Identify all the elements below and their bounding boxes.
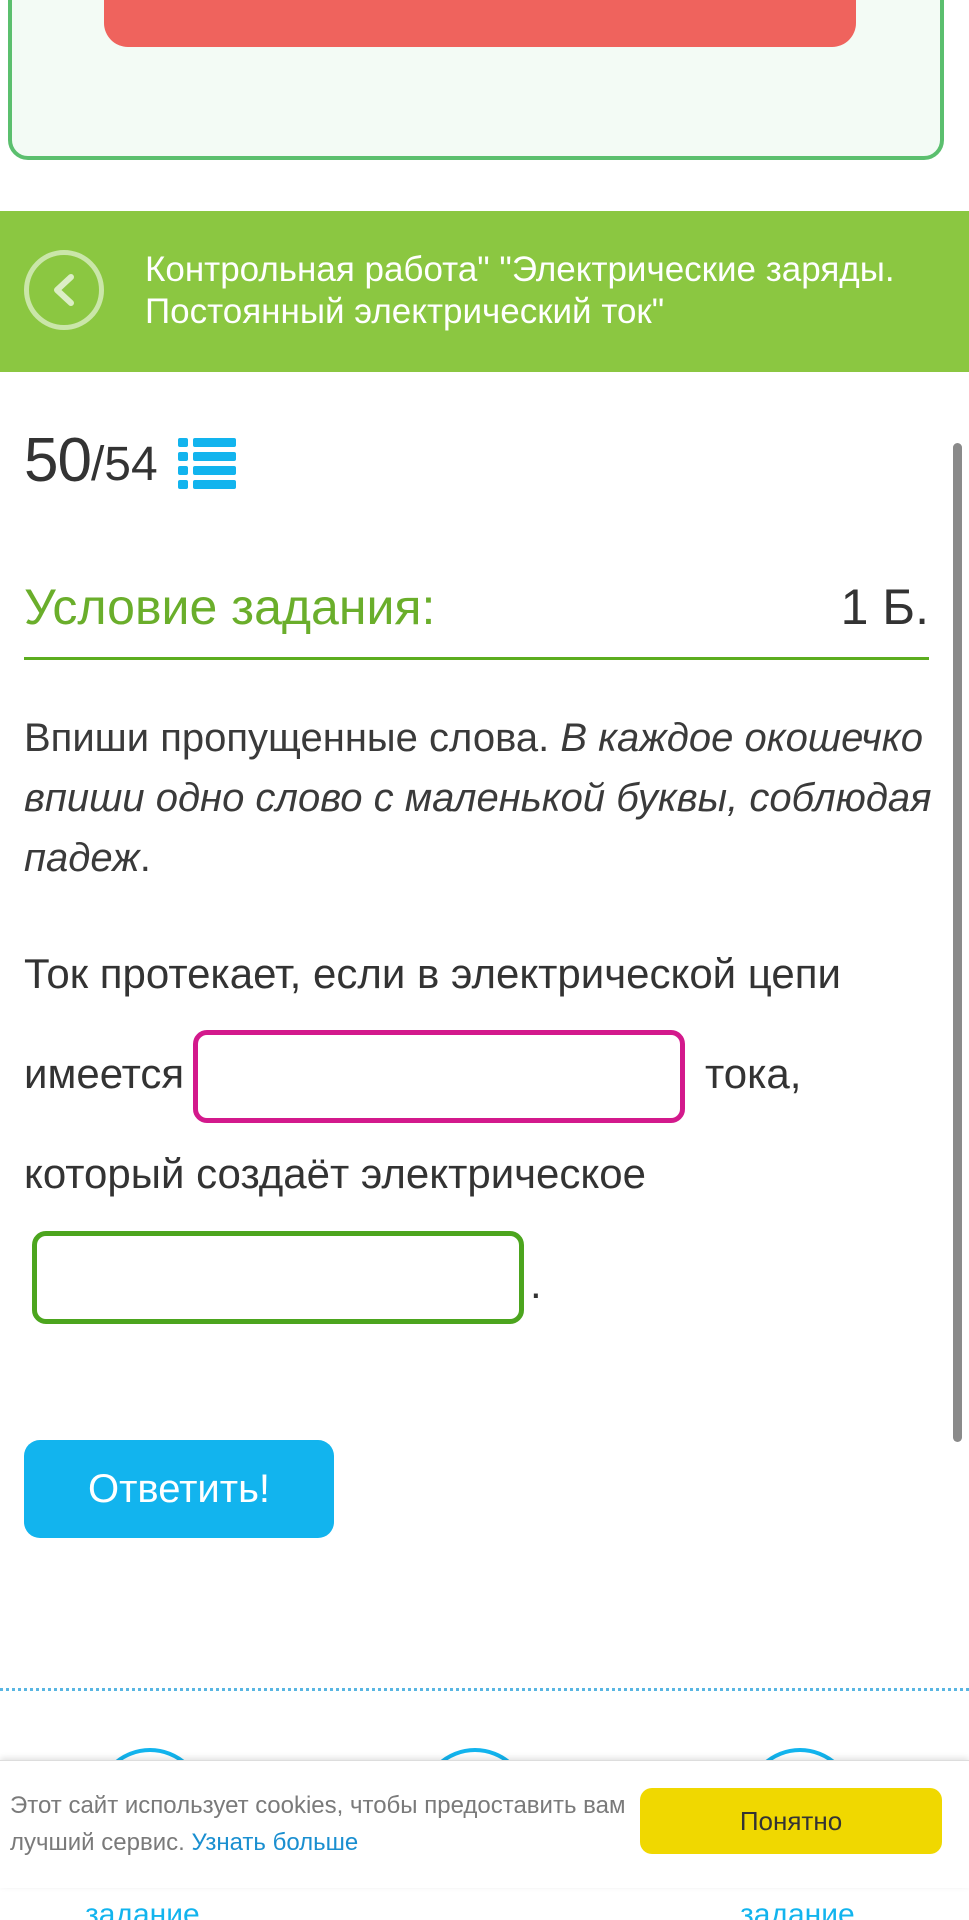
instructions-plain: Впиши пропущенные слова. [24, 716, 561, 760]
previous-card [8, 0, 944, 160]
exercise-after-box2: . [530, 1260, 542, 1307]
total-task-count: /54 [90, 438, 158, 491]
list-icon[interactable] [177, 437, 236, 490]
exercise-after-box1: тока, [705, 1050, 802, 1097]
current-task-number: 50 [24, 426, 92, 495]
test-title-line1: Контрольная работа" "Электрические заряд… [145, 250, 895, 289]
task-points: 1 Б. [840, 579, 929, 635]
prev-task-label[interactable]: задание [85, 1898, 200, 1920]
exercise-line-1: Ток протекает, если в электрической цепи [24, 950, 841, 997]
cookie-banner: Этот сайт использует cookies, чтобы пред… [0, 1760, 969, 1888]
cookie-learn-more-link[interactable]: Узнать больше [191, 1829, 358, 1856]
test-title-line2: Постоянный электрический ток" [145, 292, 665, 331]
chevron-left-icon [54, 274, 74, 306]
exercise-before-box1: имеется [24, 1050, 185, 1097]
instructions-end: . [139, 836, 151, 880]
next-task-label[interactable]: задание [740, 1898, 855, 1920]
answer-input-2[interactable] [32, 1231, 524, 1324]
test-title: Контрольная работа" "Электрические заряд… [145, 249, 945, 333]
previous-action-button[interactable] [104, 0, 856, 47]
submit-answer-button[interactable]: Ответить! [24, 1440, 334, 1538]
scrollbar[interactable] [953, 443, 962, 1442]
task-progress: 50 /54 [24, 425, 236, 496]
page-header: Контрольная работа" "Электрические заряд… [0, 211, 969, 372]
task-header: Условие задания: 1 Б. [24, 572, 929, 660]
exercise-line-3: который создаёт электрическое [24, 1150, 646, 1197]
cookie-text: Этот сайт использует cookies, чтобы пред… [10, 1787, 630, 1861]
section-divider [0, 1688, 969, 1691]
task-title: Условие задания: [24, 579, 436, 635]
answer-input-1[interactable] [193, 1030, 685, 1123]
back-button[interactable] [24, 250, 104, 330]
task-instructions: Впиши пропущенные слова. В каждое окошеч… [24, 708, 934, 888]
cookie-accept-button[interactable]: Понятно [640, 1788, 942, 1854]
